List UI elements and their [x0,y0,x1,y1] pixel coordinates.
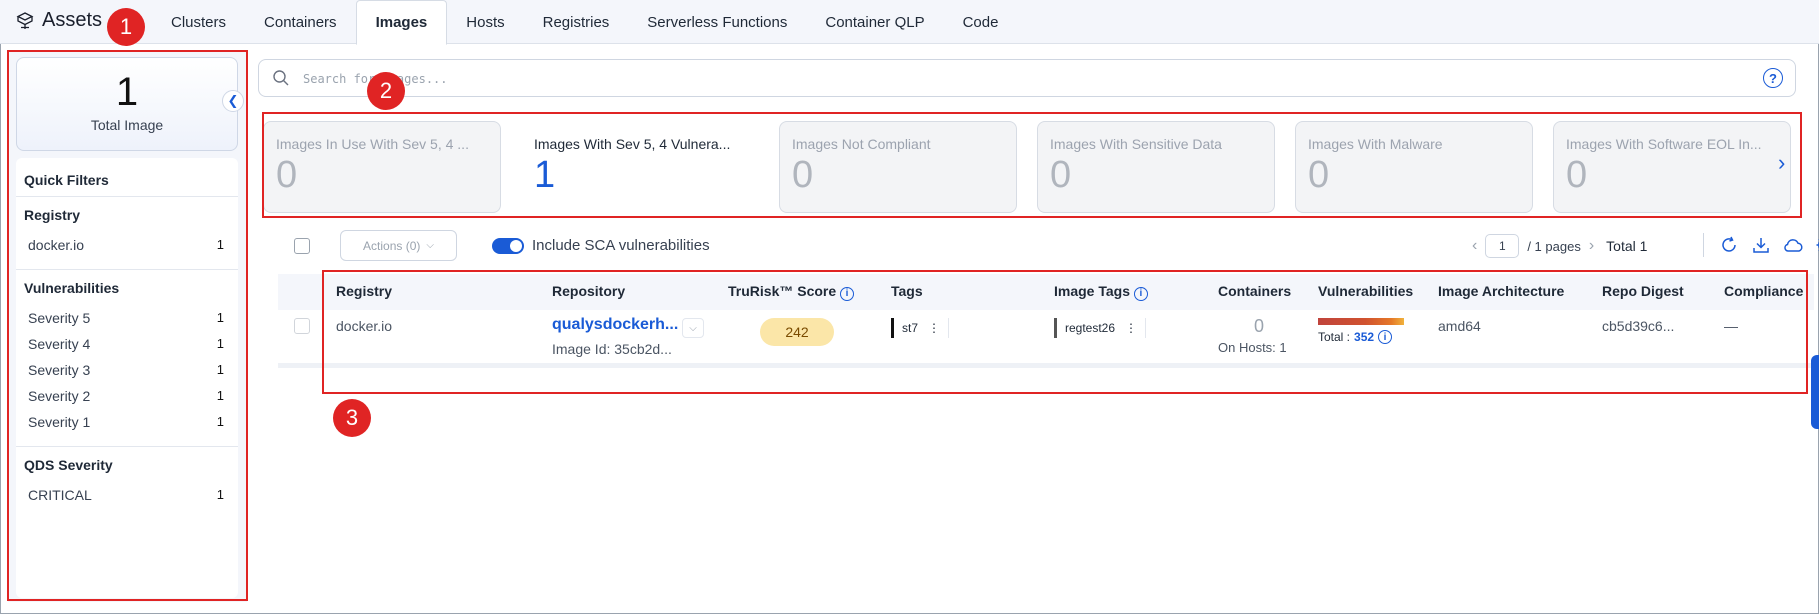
sca-toggle-label: Include SCA vulnerabilities [532,237,710,254]
select-all-checkbox[interactable] [294,238,310,254]
pages-text: / 1 pages [1527,238,1581,254]
total-count: Total 1 [1606,238,1648,254]
divider [1703,233,1704,257]
tab-bar: Clusters Containers Images Hosts Registr… [152,0,1018,45]
tab-container-qlp[interactable]: Container QLP [806,0,943,44]
tab-clusters[interactable]: Clusters [152,0,245,44]
toolbar-icons [1703,233,1819,257]
tab-hosts[interactable]: Hosts [447,0,523,44]
next-page-icon[interactable]: › [1589,237,1594,255]
tab-containers[interactable]: Containers [245,0,356,44]
refresh-icon[interactable] [1718,234,1740,256]
row-checkbox[interactable] [294,318,310,334]
annotation-badge: 2 [367,72,405,110]
search-input[interactable] [303,68,1703,90]
sca-toggle[interactable] [492,238,524,254]
annotation-badge: 3 [333,399,371,437]
prev-page-icon[interactable]: ‹ [1472,237,1477,255]
tab-serverless-functions[interactable]: Serverless Functions [628,0,806,44]
app-title: Assets [42,9,103,31]
annotation-box-table [322,270,1808,394]
actions-label: Actions (0) [363,238,421,253]
top-bar: Assets Clusters Containers Images Hosts … [0,0,1819,45]
chevron-down-icon: ⌵ [426,240,434,251]
actions-dropdown[interactable]: Actions (0) ⌵ [340,230,457,261]
annotation-box-cards [262,112,1802,218]
annotation-badge: 1 [107,8,145,46]
help-icon[interactable]: ? [1763,68,1783,88]
table-toolbar: Actions (0) ⌵ Include SCA vulnerabilitie… [258,226,1819,266]
assets-icon [16,11,34,29]
tab-registries[interactable]: Registries [524,0,629,44]
page-input[interactable]: 1 [1485,234,1520,258]
tab-images[interactable]: Images [355,0,448,45]
gear-icon[interactable] [1814,234,1819,256]
annotation-box-sidebar [7,50,248,601]
tab-code[interactable]: Code [944,0,1018,44]
pagination: ‹ 1 / 1 pages › Total 1 [1472,234,1647,258]
search-bar: ? [258,59,1796,97]
app-brand: Assets [16,9,102,32]
side-drawer-tab[interactable] [1811,355,1819,429]
cloud-icon[interactable] [1782,234,1804,256]
search-icon [273,70,289,86]
download-icon[interactable] [1750,234,1772,256]
